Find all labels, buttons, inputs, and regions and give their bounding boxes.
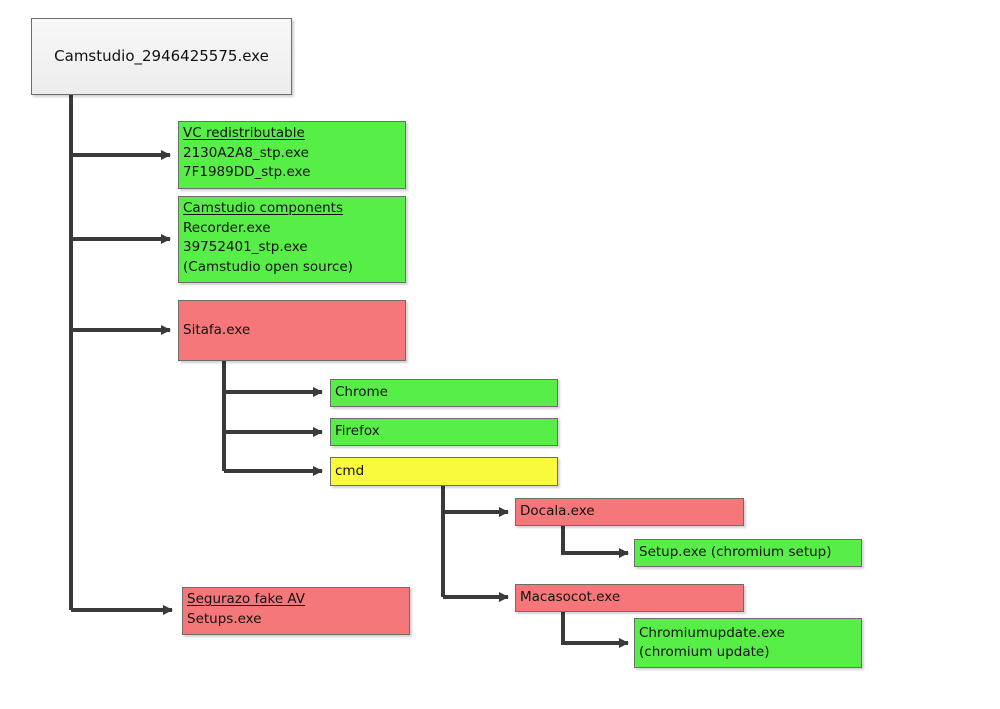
node-firefox[interactable]: Firefox bbox=[330, 418, 558, 446]
node-label: (Camstudio open source) bbox=[183, 258, 353, 275]
node-title: Camstudio components bbox=[183, 200, 344, 216]
node-cmd[interactable]: cmd bbox=[330, 457, 558, 486]
node-macasocot[interactable]: Macasocot.exe bbox=[515, 584, 744, 612]
node-label: Docala.exe bbox=[520, 503, 595, 520]
node-root-camstudio[interactable]: Camstudio_2946425575.exe bbox=[31, 18, 292, 95]
node-segurazo-fake-av[interactable]: Segurazo fake AV Setups.exe bbox=[182, 587, 410, 635]
node-label: 39752401_stp.exe bbox=[183, 239, 308, 255]
node-title: VC redistributable bbox=[183, 125, 305, 141]
node-label: (chromium update) bbox=[639, 644, 770, 660]
node-camstudio-components[interactable]: Camstudio components Recorder.exe 397524… bbox=[178, 196, 406, 283]
node-setup-chromium[interactable]: Setup.exe (chromium setup) bbox=[634, 539, 862, 567]
node-chromiumupdate[interactable]: Chromiumupdate.exe (chromium update) bbox=[634, 618, 862, 668]
node-label: Recorder.exe bbox=[183, 219, 271, 236]
node-label: Setup.exe (chromium setup) bbox=[639, 544, 832, 561]
node-label: Chromiumupdate.exe bbox=[639, 624, 785, 641]
node-label: 2130A2A8_stp.exe bbox=[183, 144, 309, 161]
node-vc-redistributable[interactable]: VC redistributable 2130A2A8_stp.exe 7F19… bbox=[178, 121, 406, 189]
connector-docala-setup bbox=[561, 525, 629, 558]
node-label: cmd bbox=[335, 462, 365, 479]
node-label: Camstudio_2946425575.exe bbox=[54, 46, 269, 65]
node-label: Firefox bbox=[335, 423, 380, 440]
node-chrome[interactable]: Chrome bbox=[330, 379, 558, 407]
node-label: Macasocot.exe bbox=[520, 589, 621, 606]
node-label: Chrome bbox=[335, 384, 388, 401]
connector-macasocot-chromiumupdate bbox=[561, 611, 629, 648]
node-label: 7F1989DD_stp.exe bbox=[183, 164, 311, 180]
node-sitafa[interactable]: Sitafa.exe bbox=[178, 300, 406, 361]
node-docala[interactable]: Docala.exe bbox=[515, 498, 744, 526]
node-title: Segurazo fake AV bbox=[187, 591, 306, 607]
node-label: Sitafa.exe bbox=[183, 321, 251, 338]
node-label: Setups.exe bbox=[187, 610, 262, 627]
connector-layer bbox=[69, 95, 629, 648]
